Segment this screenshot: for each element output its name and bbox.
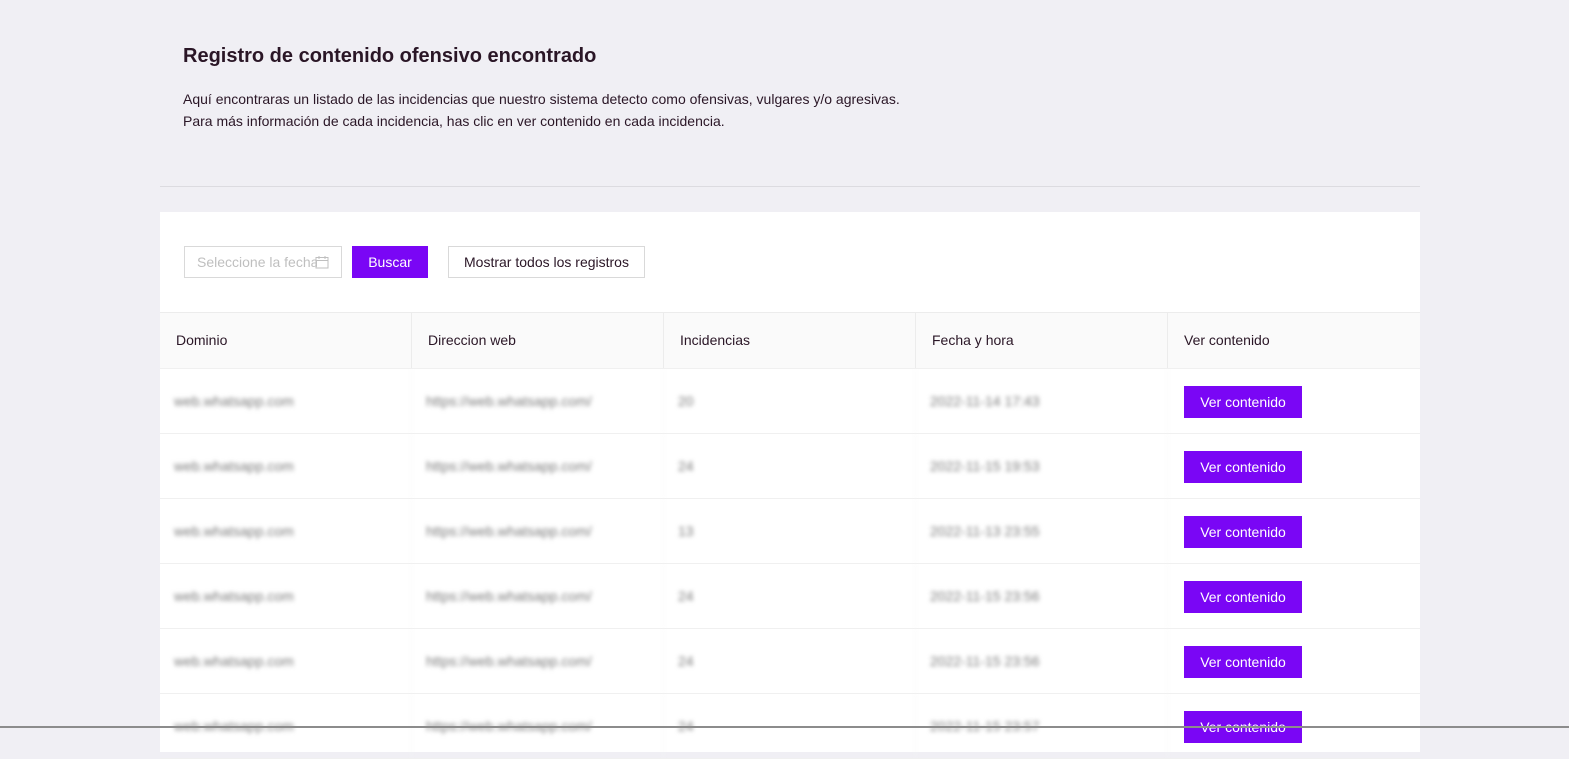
- column-header-domain: Dominio: [160, 313, 412, 368]
- column-header-url: Direccion web: [412, 313, 664, 368]
- calendar-icon: [315, 256, 329, 269]
- header-divider: [160, 186, 1420, 187]
- table-row: web.whatsapp.com https://web.whatsapp.co…: [160, 629, 1420, 694]
- table-header: Dominio Direccion web Incidencias Fecha …: [160, 313, 1420, 369]
- date-input[interactable]: [185, 247, 317, 277]
- page-header: Registro de contenido ofensivo encontrad…: [183, 44, 1183, 132]
- view-content-button[interactable]: Ver contenido: [1184, 646, 1302, 679]
- description-line-2: Para más información de cada incidencia,…: [183, 113, 725, 129]
- page-description: Aquí encontraras un listado de las incid…: [183, 88, 1183, 132]
- cell-url: https://web.whatsapp.com/: [412, 564, 664, 628]
- column-header-datetime: Fecha y hora: [916, 313, 1168, 368]
- table-row: web.whatsapp.com https://web.whatsapp.co…: [160, 564, 1420, 629]
- search-button[interactable]: Buscar: [352, 246, 428, 278]
- cell-domain: web.whatsapp.com: [160, 369, 412, 433]
- cell-incidents: 24: [664, 434, 916, 498]
- cell-incidents: 24: [664, 629, 916, 693]
- column-header-view-content: Ver contenido: [1184, 332, 1270, 348]
- cell-datetime: 2022-11-13 23:55: [916, 499, 1168, 563]
- date-picker[interactable]: [184, 246, 342, 278]
- cell-domain: web.whatsapp.com: [160, 629, 412, 693]
- cell-url: https://web.whatsapp.com/: [412, 499, 664, 563]
- cell-domain: web.whatsapp.com: [160, 499, 412, 563]
- cell-datetime: 2022-11-15 23:56: [916, 564, 1168, 628]
- cell-url: https://web.whatsapp.com/: [412, 629, 664, 693]
- records-card: Buscar Mostrar todos los registros Domin…: [160, 212, 1420, 759]
- table-row: web.whatsapp.com https://web.whatsapp.co…: [160, 369, 1420, 434]
- view-content-button[interactable]: Ver contenido: [1184, 581, 1302, 614]
- cell-datetime: 2022-11-15 23:56: [916, 629, 1168, 693]
- cell-action: Ver contenido: [1168, 369, 1420, 433]
- page-title: Registro de contenido ofensivo encontrad…: [183, 45, 597, 67]
- view-content-button[interactable]: Ver contenido: [1184, 451, 1302, 484]
- cell-datetime: 2022-11-15 19:53: [916, 434, 1168, 498]
- view-content-button[interactable]: Ver contenido: [1184, 386, 1302, 419]
- cell-action: Ver contenido: [1168, 434, 1420, 498]
- cell-action: Ver contenido: [1168, 499, 1420, 563]
- table-row: web.whatsapp.com https://web.whatsapp.co…: [160, 434, 1420, 499]
- cell-action: Ver contenido: [1168, 564, 1420, 628]
- cell-domain: web.whatsapp.com: [160, 434, 412, 498]
- cell-incidents: 13: [664, 499, 916, 563]
- description-line-1: Aquí encontraras un listado de las incid…: [183, 91, 900, 107]
- cell-action: Ver contenido: [1168, 629, 1420, 693]
- cell-domain: web.whatsapp.com: [160, 564, 412, 628]
- cell-incidents: 24: [664, 564, 916, 628]
- cell-url: https://web.whatsapp.com/: [412, 369, 664, 433]
- column-header-incidents: Incidencias: [664, 313, 916, 368]
- view-content-button[interactable]: Ver contenido: [1184, 516, 1302, 549]
- cell-url: https://web.whatsapp.com/: [412, 434, 664, 498]
- table-row: web.whatsapp.com https://web.whatsapp.co…: [160, 499, 1420, 564]
- cell-incidents: 20: [664, 369, 916, 433]
- incidents-table: Dominio Direccion web Incidencias Fecha …: [160, 312, 1420, 759]
- cell-datetime: 2022-11-14 17:43: [916, 369, 1168, 433]
- show-all-records-button[interactable]: Mostrar todos los registros: [448, 246, 645, 278]
